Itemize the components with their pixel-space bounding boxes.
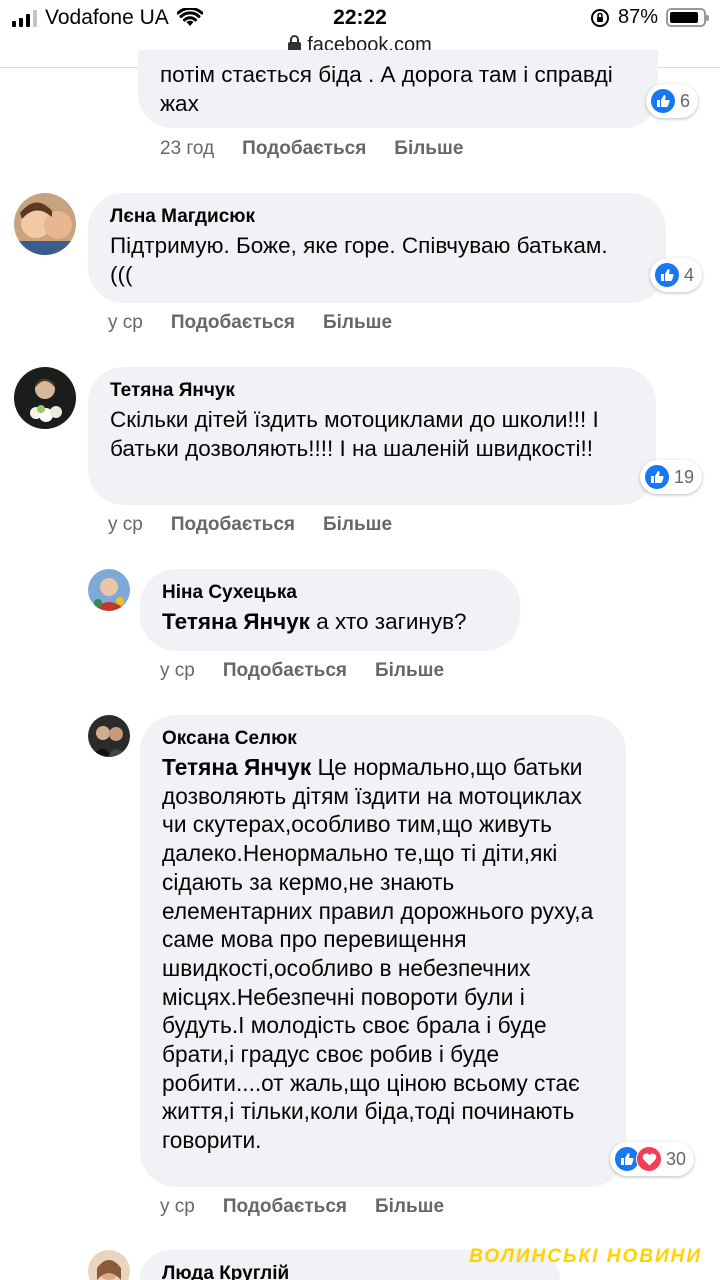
comment-bubble[interactable]: Лєна Магдисюк Підтримую. Боже, яке горе.… (88, 193, 666, 303)
comment-text: Підтримую. Боже, яке горе. Співчуваю бат… (110, 233, 608, 287)
more-button[interactable]: Більше (323, 514, 392, 536)
reaction-count[interactable]: 6 (646, 84, 699, 118)
comment-bubble[interactable]: Оксана Селюк Тетяна Янчук Це нормально,щ… (140, 715, 626, 1187)
comment-actions: 23 год Подобається Більше (160, 138, 463, 160)
comment-author[interactable]: Ніна Сухецька (162, 579, 498, 607)
more-button[interactable]: Більше (394, 138, 463, 160)
like-button[interactable]: Подобається (242, 138, 366, 160)
comment-time[interactable]: у ср (108, 312, 143, 334)
comment-author[interactable]: Оксана Селюк (162, 725, 604, 753)
comment-text: потім стається біда . А дорога там і спр… (160, 62, 613, 116)
comment-author[interactable]: Лєна Магдисюк (110, 203, 644, 231)
comment-text: Тетяна Янчук Це нормально,що батьки дозв… (162, 753, 604, 1155)
comment-text: Тетяна Янчук а хто загинув? (162, 607, 498, 636)
avatar[interactable] (14, 367, 76, 429)
comment-actions: у ср Подобається Більше (160, 660, 444, 682)
more-button[interactable]: Більше (323, 312, 392, 334)
reaction-count[interactable]: 19 (640, 460, 703, 494)
battery-percent: 87% (617, 6, 658, 28)
status-bar: Vodafone UA 22:22 87% (0, 0, 720, 36)
comment-actions: у ср Подобається Більше (108, 514, 392, 536)
avatar[interactable] (88, 715, 130, 757)
like-reaction-icon (650, 88, 676, 114)
comment-bubble[interactable]: Ніна Сухецька Тетяна Янчук а хто загинув… (140, 569, 520, 651)
watermark-logo: ВОЛИНСЬКІ НОВИНИ (469, 1246, 702, 1267)
comment-actions: у ср Подобається Більше (108, 312, 392, 334)
comment-text: Скільки дітей їздить мотоциклами до школ… (110, 407, 599, 461)
reaction-number: 6 (680, 90, 691, 111)
comment-body: Це нормально,що батьки дозволяють дітям … (162, 754, 594, 1154)
more-button[interactable]: Більше (375, 1196, 444, 1218)
like-button[interactable]: Подобається (171, 514, 295, 536)
more-button[interactable]: Більше (375, 660, 444, 682)
like-button[interactable]: Подобається (223, 660, 347, 682)
comment-bubble[interactable]: потім стається біда . А дорога там і спр… (138, 50, 658, 128)
like-reaction-icon (654, 262, 680, 288)
mention-link[interactable]: Тетяна Янчук (162, 609, 310, 634)
comment-body: а хто загинув? (309, 609, 467, 634)
mention-link[interactable]: Тетяна Янчук (162, 754, 311, 780)
reaction-number: 19 (674, 466, 695, 487)
like-reaction-icon (644, 464, 670, 490)
love-reaction-icon (636, 1146, 662, 1172)
reaction-count[interactable]: 4 (650, 258, 703, 292)
reaction-number: 30 (666, 1148, 687, 1169)
comment-actions: у ср Подобається Більше (160, 1196, 444, 1218)
battery-info: 87% (590, 6, 709, 29)
avatar[interactable] (14, 193, 76, 255)
comment-time[interactable]: у ср (108, 514, 143, 536)
like-button[interactable]: Подобається (223, 1196, 347, 1218)
like-button[interactable]: Подобається (171, 312, 295, 334)
comment-time[interactable]: 23 год (160, 138, 214, 160)
reaction-number: 4 (684, 264, 695, 285)
comment-time[interactable]: у ср (160, 1196, 195, 1218)
comment-time[interactable]: у ср (160, 660, 195, 682)
reaction-count[interactable]: 30 (610, 1142, 695, 1176)
comment-author[interactable]: Тетяна Янчук (110, 377, 634, 405)
orientation-lock-icon (590, 8, 609, 27)
avatar[interactable] (88, 1250, 130, 1280)
comment-bubble[interactable]: Тетяна Янчук Скільки дітей їздить мотоци… (88, 367, 656, 505)
battery-level (670, 12, 698, 23)
battery-icon (666, 8, 709, 27)
avatar[interactable] (88, 569, 130, 611)
